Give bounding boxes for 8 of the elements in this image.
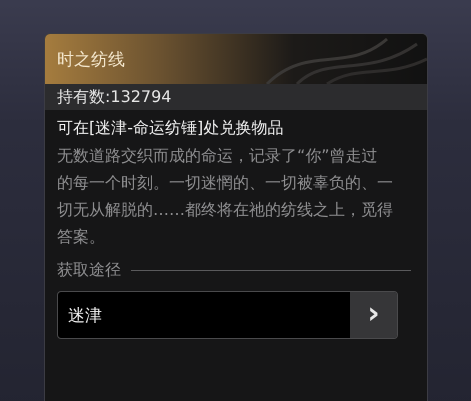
- exchange-note: 可在[迷津-命运纺锤]处兑换物品: [57, 117, 284, 139]
- go-button[interactable]: ›: [350, 292, 397, 338]
- item-description: 无数道路交织而成的命运，记录了“你”曾走过的每一个时刻。一切迷惘的、一切被辜负的、一切无从解脱的……都终将在祂的纺线之上，觅得答案。: [57, 145, 393, 248]
- owned-count: 持有数:132794: [45, 84, 427, 110]
- source-label: 迷津: [67, 304, 103, 328]
- item-title: 时之纺线: [57, 48, 125, 70]
- section-heading: 获取途径: [57, 260, 121, 281]
- source-row[interactable]: 迷津 ›: [57, 291, 398, 339]
